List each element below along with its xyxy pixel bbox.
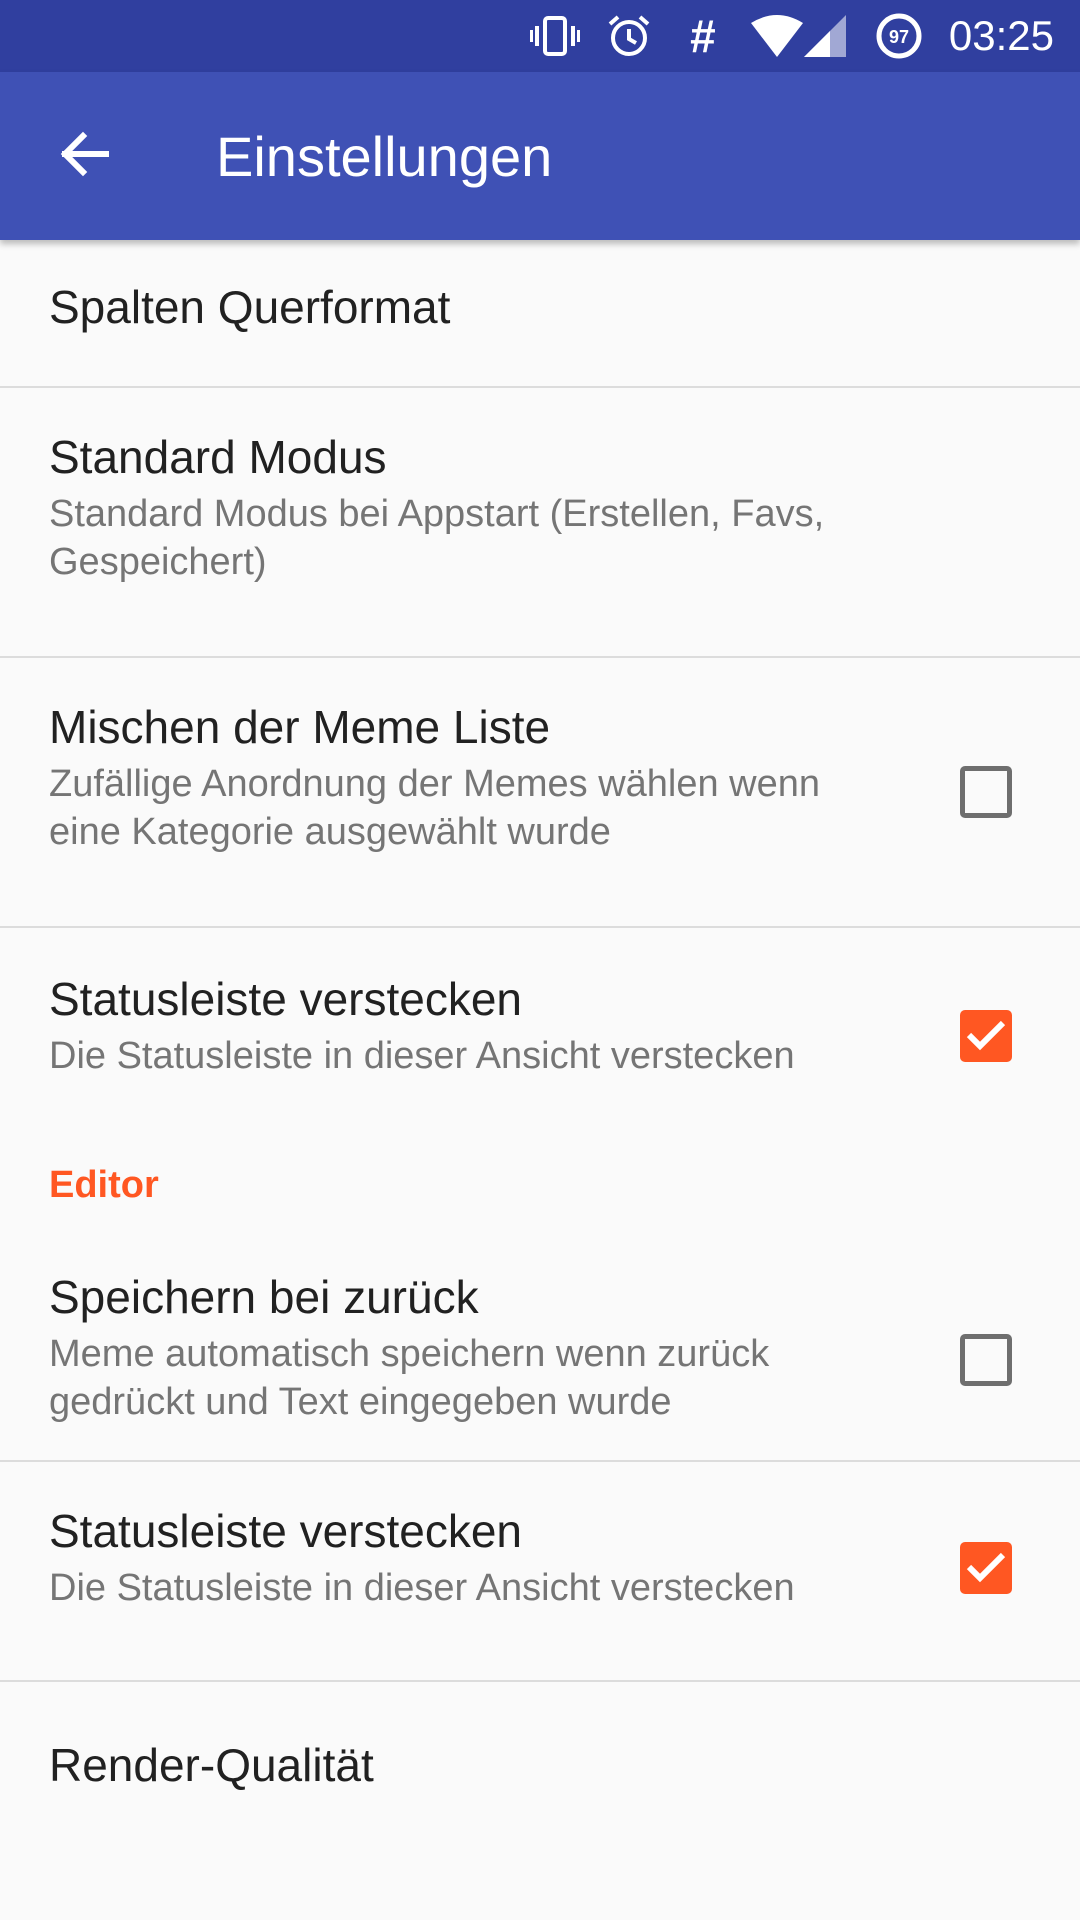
pref-title: Standard Modus: [49, 431, 387, 483]
pref-standard-modus[interactable]: Standard Modus Standard Modus bei Appsta…: [0, 388, 1080, 656]
app-bar: Einstellungen: [0, 72, 1080, 240]
hash-icon: #: [690, 10, 716, 62]
pref-title: Spalten Querformat: [49, 281, 451, 333]
battery-icon: 97: [873, 10, 925, 62]
pref-title: Speichern bei zurück: [49, 1271, 479, 1323]
wifi-icon: [750, 10, 803, 62]
status-bar: # 97 03:25: [0, 0, 1080, 72]
hide-statusbar-checkbox[interactable]: [960, 1010, 1012, 1062]
pref-statusleiste-verstecken[interactable]: Statusleiste verstecken Die Statusleiste…: [0, 928, 1080, 1148]
preferences-list: Spalten Querformat Standard Modus Standa…: [0, 240, 1080, 1842]
pref-title: Render-Qualität: [49, 1739, 374, 1791]
editor-hide-statusbar-checkbox[interactable]: [960, 1542, 1012, 1594]
back-button[interactable]: [0, 72, 168, 240]
pref-summary: Meme automatisch speichern wenn zurück g…: [49, 1333, 770, 1423]
pref-summary: Die Statusleiste in dieser Ansicht verst…: [49, 1035, 795, 1077]
pref-summary: Standard Modus bei Appstart (Erstellen, …: [49, 493, 825, 583]
pref-spalten-querformat[interactable]: Spalten Querformat: [0, 240, 1080, 386]
vibrate-icon: [529, 10, 581, 62]
clock: 03:25: [948, 12, 1054, 59]
pref-summary: Die Statusleiste in dieser Ansicht verst…: [49, 1567, 795, 1609]
checkmark-icon: [966, 1552, 1006, 1583]
pref-speichern-bei-zurueck[interactable]: Speichern bei zurück Meme automatisch sp…: [0, 1218, 1080, 1460]
battery-level: 97: [889, 27, 909, 47]
pref-summary: Zufällige Anordnung der Memes wählen wen…: [49, 763, 821, 853]
pref-render-qualitaet[interactable]: Render-Qualität: [0, 1682, 1080, 1842]
section-header-editor: Editor: [49, 1164, 159, 1206]
pref-editor-statusleiste-verstecken[interactable]: Statusleiste verstecken Die Statusleiste…: [0, 1462, 1080, 1680]
signal-icon: [799, 10, 851, 62]
page-title: Einstellungen: [216, 124, 553, 188]
pref-mischen-meme-liste[interactable]: Mischen der Meme Liste Zufällige Anordnu…: [0, 658, 1080, 926]
alarm-icon: [603, 10, 655, 62]
pref-title: Statusleiste verstecken: [49, 973, 523, 1025]
checkmark-icon: [966, 1020, 1006, 1051]
arrow-back-icon: [59, 129, 110, 184]
pref-title: Statusleiste verstecken: [49, 1505, 523, 1557]
shuffle-checkbox[interactable]: [960, 766, 1012, 818]
save-on-back-checkbox[interactable]: [960, 1334, 1012, 1386]
pref-title: Mischen der Meme Liste: [49, 701, 551, 753]
